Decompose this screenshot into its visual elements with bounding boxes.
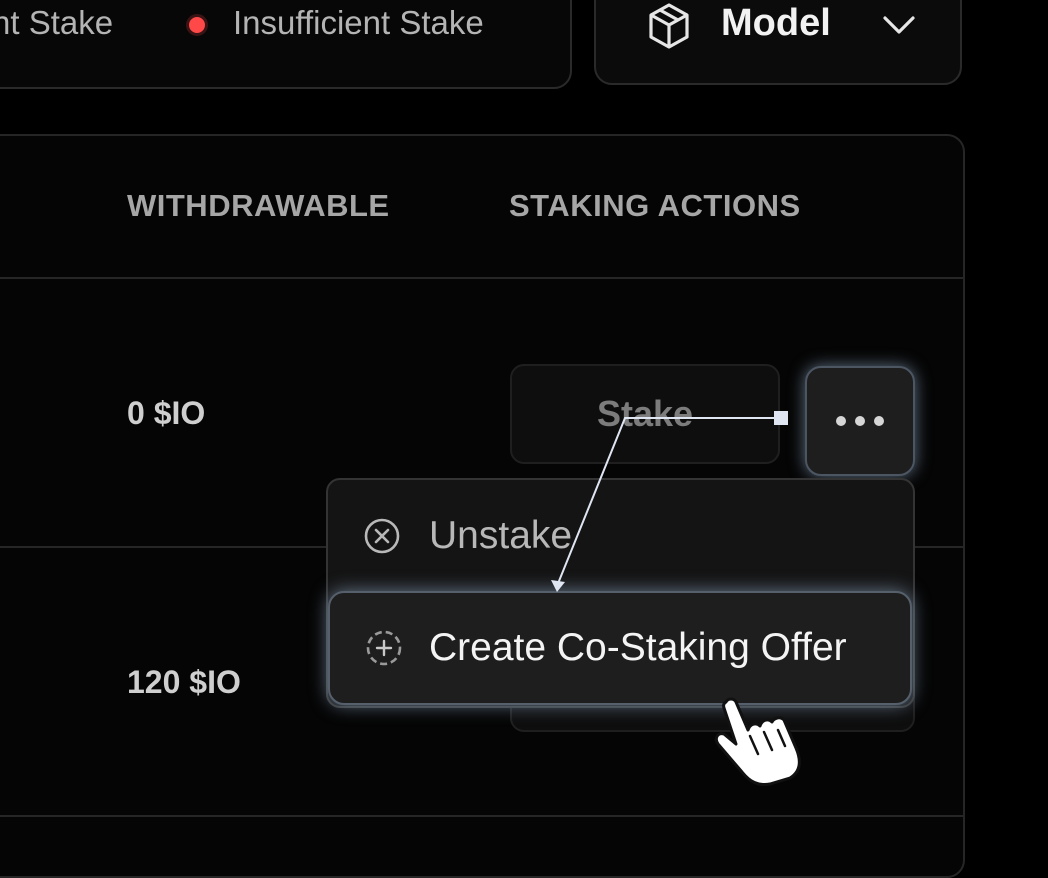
legend-insufficient-stake-label: Insufficient Stake (233, 4, 484, 41)
more-dot-icon (874, 416, 884, 426)
column-header-withdrawable: WITHDRAWABLE (127, 188, 390, 223)
plus-circle-dashed-icon (366, 630, 402, 666)
more-dot-icon (855, 416, 865, 426)
menu-item-unstake[interactable]: Unstake (362, 510, 572, 562)
legend-sufficient-stake-label: nt Stake (0, 4, 114, 41)
column-header-staking-actions: STAKING ACTIONS (509, 188, 801, 223)
insufficient-stake-dot-icon (186, 14, 208, 36)
row-2-withdrawable: 120 $IO (127, 664, 241, 700)
stake-button-label: Stake (596, 393, 694, 434)
cube-icon (649, 3, 689, 49)
table-row-divider (0, 815, 963, 817)
more-dot-icon (836, 416, 846, 426)
x-circle-icon (364, 518, 400, 554)
chevron-down-icon (883, 16, 915, 34)
menu-item-create-co-staking-offer-label: Create Co-Staking Offer (429, 626, 847, 669)
row-1-withdrawable: 0 $IO (127, 395, 206, 431)
more-actions-button[interactable] (805, 366, 915, 476)
model-filter-label: Model (721, 2, 831, 44)
menu-item-create-co-staking-offer[interactable]: Create Co-Staking Offer (328, 591, 912, 705)
menu-item-unstake-label: Unstake (429, 514, 573, 557)
stake-button[interactable]: Stake (510, 364, 780, 464)
table-header-divider (0, 277, 963, 279)
